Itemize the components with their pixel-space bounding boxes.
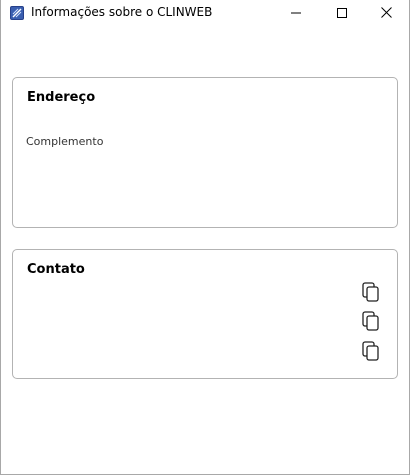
copy-button[interactable] <box>361 282 381 306</box>
clinweb-app-icon <box>10 5 24 20</box>
maximize-icon <box>337 3 347 22</box>
close-button[interactable] <box>363 0 409 24</box>
maximize-button[interactable] <box>319 0 365 24</box>
contact-card: Contato <box>12 249 398 379</box>
minimize-icon <box>291 3 301 22</box>
address-card-title: Endereço <box>27 90 96 105</box>
close-icon <box>380 3 392 22</box>
window-title: Informações sobre o CLINWEB <box>31 5 213 19</box>
address-card: Endereço Complemento <box>12 77 398 228</box>
copy-button[interactable] <box>361 341 381 365</box>
copy-icon <box>362 311 380 335</box>
complement-label: Complemento <box>26 135 104 148</box>
copy-button[interactable] <box>361 311 381 335</box>
title-bar[interactable]: Informações sobre o CLINWEB <box>1 0 409 24</box>
copy-icon <box>362 341 380 365</box>
contact-card-title: Contato <box>27 262 85 277</box>
copy-icon <box>362 282 380 306</box>
minimize-button[interactable] <box>273 0 319 24</box>
app-window: Informações sobre o CLINWEB Endereço Com… <box>0 0 410 475</box>
